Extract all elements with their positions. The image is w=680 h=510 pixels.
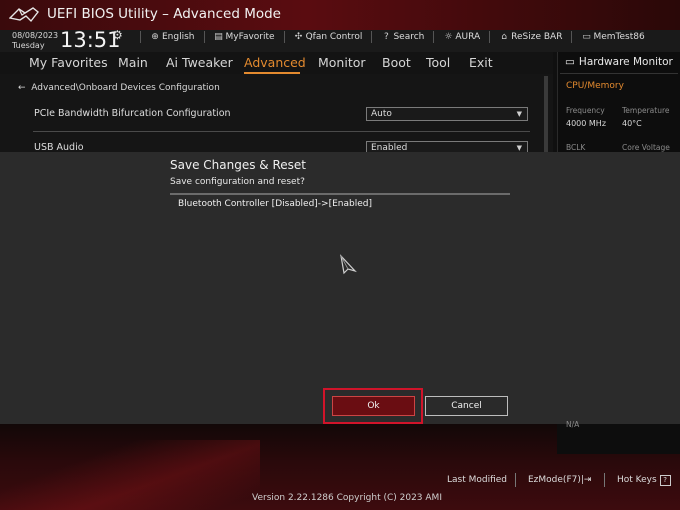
temperature-value: 40°C [622,119,642,128]
toolbar-divider [433,31,435,43]
gear-icon[interactable]: ⚙ [112,28,123,42]
footer-decoration [0,440,260,510]
core-voltage-label: Core Voltage [622,143,670,152]
tab-advanced[interactable]: Advanced [244,55,306,70]
question-icon: ? [659,475,671,486]
breadcrumb[interactable]: ← Advanced\Onboard Devices Configuration [18,83,220,93]
hardware-monitor-title: ▭ Hardware Monitor [565,56,673,68]
dialog-divider [170,193,510,195]
change-list-item: Bluetooth Controller [Disabled]->[Enable… [178,199,372,209]
myfavorite-label: MyFavorite [225,32,275,42]
hardware-monitor-label: Hardware Monitor [578,56,673,68]
back-arrow-icon[interactable]: ← [18,83,26,93]
aura-label: AURA [455,32,481,42]
setting-label-pcie-bifurcation: PCIe Bandwidth Bifurcation Configuration [34,108,231,119]
qfan-button[interactable]: ✣ Qfan Control [294,31,363,43]
last-modified-button[interactable]: Last Modified [447,475,507,485]
language-label: English [162,32,195,42]
ok-button[interactable]: Ok [332,396,415,416]
hot-keys-button[interactable]: Hot Keys ? [617,475,671,486]
search-button[interactable]: ? Search [381,31,424,43]
version-info: Version 2.22.1286 Copyright (C) 2023 AMI [252,493,442,503]
fan-icon: ✣ [294,32,303,42]
memtest-button[interactable]: ▭ MemTest86 [581,31,645,43]
tab-my-favorites[interactable]: My Favorites [29,55,108,70]
tab-main[interactable]: Main [118,55,148,70]
dialog-subtitle: Save configuration and reset? [170,177,305,187]
temperature-label: Temperature [622,106,670,115]
exit-icon: |⇥ [580,475,592,485]
monitor-icon: ▭ [565,56,575,68]
breadcrumb-path: Advanced\Onboard Devices Configuration [31,83,220,93]
aura-button[interactable]: ☼ AURA [443,31,480,43]
qfan-label: Qfan Control [305,32,363,42]
dialog-title: Save Changes & Reset [170,158,306,172]
tab-ai-tweaker[interactable]: Ai Tweaker [166,55,233,70]
ezmode-label: EzMode(F7) [528,475,581,485]
cpu-memory-section: CPU/Memory [566,81,624,91]
resize-bar-button[interactable]: ⌂ ReSize BAR [499,31,562,43]
resize-bar-label: ReSize BAR [511,32,563,42]
toolbar-divider [371,31,373,43]
footer-divider [515,473,516,487]
row-divider [33,131,530,132]
bclk-label: BCLK [566,143,586,152]
top-toolbar: ⊕ English ▤ MyFavorite ✣ Qfan Control ? … [140,31,645,43]
mouse-cursor-icon [340,254,357,275]
cancel-button[interactable]: Cancel [425,396,508,416]
aura-icon: ☼ [444,32,453,42]
myfavorite-button[interactable]: ▤ MyFavorite [214,31,275,43]
scrollbar[interactable] [544,76,548,152]
tab-tool[interactable]: Tool [426,55,450,70]
tab-exit[interactable]: Exit [469,55,493,70]
date-value: 08/08/2023 [12,31,59,40]
chevron-down-icon: ▼ [516,144,522,152]
footer-divider [604,473,605,487]
toolbar-divider [140,31,141,43]
globe-icon: ⊕ [151,32,159,42]
memtest-icon: ▭ [582,32,591,42]
chevron-down-icon: ▼ [516,110,522,118]
toolbar-divider [203,31,205,43]
na-value: N/A [566,420,580,429]
memtest-label: MemTest86 [593,32,645,42]
day-value: Tuesday [12,41,45,50]
search-label: Search [393,32,425,42]
rog-logo [9,7,39,23]
hardware-monitor-divider [560,73,678,74]
toolbar-divider [489,31,491,43]
hot-keys-label: Hot Keys [617,475,657,485]
select-value: Auto [371,109,392,119]
tab-boot[interactable]: Boot [382,55,411,70]
resize-bar-icon: ⌂ [501,32,508,42]
date-display: 08/08/2023 Tuesday [12,31,58,51]
frequency-label: Frequency [566,106,605,115]
pcie-bifurcation-select[interactable]: Auto ▼ [366,107,528,121]
window-title: UEFI BIOS Utility – Advanced Mode [47,6,281,22]
favorite-icon: ▤ [214,32,223,42]
toolbar-divider [283,31,285,43]
toolbar-divider [571,31,573,43]
search-icon: ? [384,32,389,42]
frequency-value: 4000 MHz [566,119,607,128]
tab-monitor[interactable]: Monitor [318,55,366,70]
language-button[interactable]: ⊕ English [150,31,195,43]
ezmode-button[interactable]: EzMode(F7)|⇥ [528,475,591,485]
